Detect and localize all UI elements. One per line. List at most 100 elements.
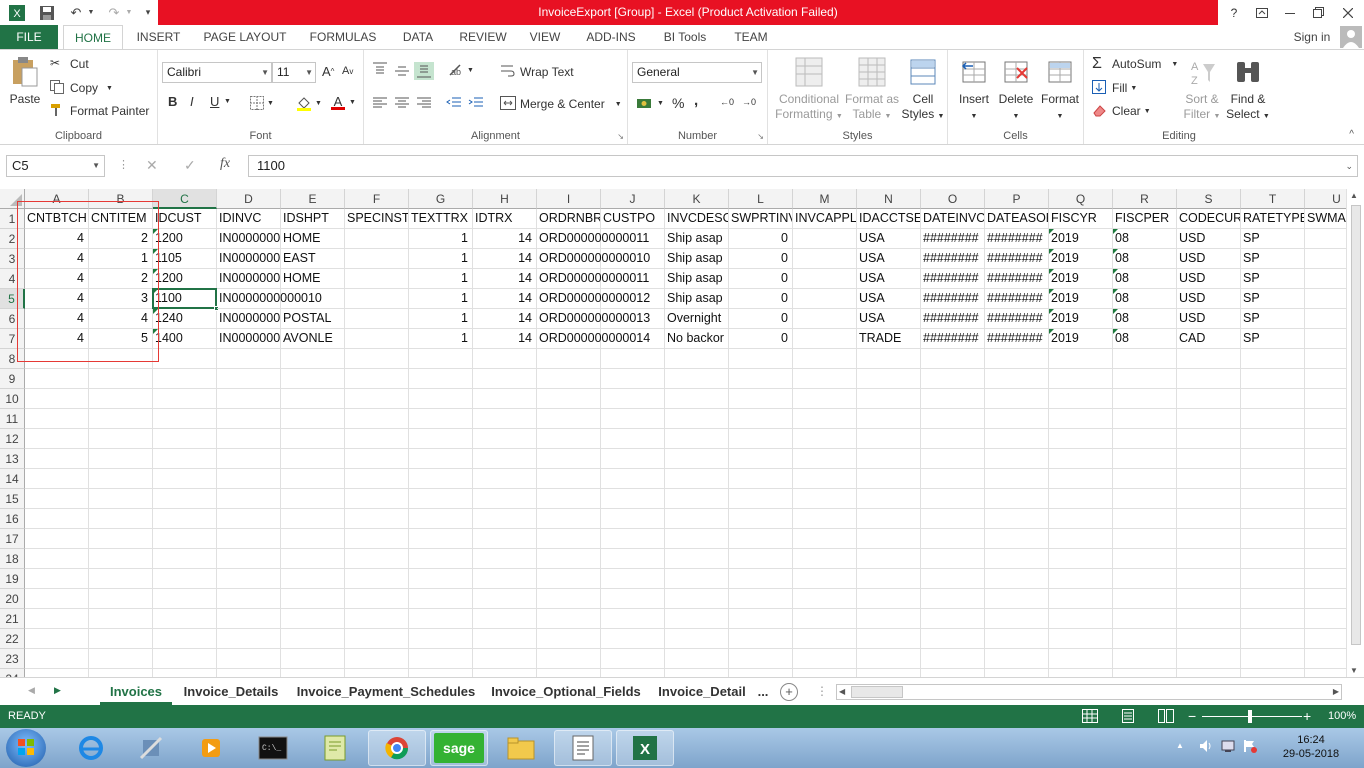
- cell[interactable]: [1305, 369, 1346, 389]
- cell[interactable]: [409, 609, 473, 629]
- cell[interactable]: 1100: [153, 289, 217, 309]
- cell[interactable]: [729, 569, 793, 589]
- cell[interactable]: [153, 469, 217, 489]
- cell[interactable]: [345, 669, 409, 677]
- cell[interactable]: [857, 669, 921, 677]
- cell[interactable]: [857, 549, 921, 569]
- cell[interactable]: [1177, 569, 1241, 589]
- cell[interactable]: [409, 429, 473, 449]
- cell[interactable]: [1305, 649, 1346, 669]
- cell[interactable]: [601, 389, 665, 409]
- cell[interactable]: 4: [25, 289, 89, 309]
- cell[interactable]: [921, 369, 985, 389]
- cell[interactable]: [409, 349, 473, 369]
- cell[interactable]: [345, 489, 409, 509]
- cell[interactable]: [793, 569, 857, 589]
- row-header[interactable]: 6: [0, 309, 25, 329]
- media-player-icon[interactable]: [182, 730, 240, 766]
- cell[interactable]: [345, 469, 409, 489]
- cell[interactable]: [729, 469, 793, 489]
- cell[interactable]: [1241, 449, 1305, 469]
- cell[interactable]: [281, 529, 345, 549]
- zoom-in-icon[interactable]: +: [1303, 705, 1311, 728]
- scroll-left-icon[interactable]: ◀: [839, 687, 845, 696]
- cell[interactable]: [409, 489, 473, 509]
- cell[interactable]: [345, 409, 409, 429]
- cell[interactable]: 1: [409, 309, 473, 329]
- orientation-icon[interactable]: ab ▼: [448, 63, 474, 77]
- cell[interactable]: [409, 509, 473, 529]
- cell[interactable]: [25, 629, 89, 649]
- cell[interactable]: [601, 429, 665, 449]
- cell[interactable]: USD: [1177, 229, 1241, 249]
- cell[interactable]: [1113, 529, 1177, 549]
- cell[interactable]: [1113, 429, 1177, 449]
- column-header[interactable]: T: [1241, 189, 1305, 209]
- increase-decimal-icon[interactable]: ←0: [720, 97, 734, 107]
- cell[interactable]: [217, 429, 281, 449]
- cell[interactable]: [921, 429, 985, 449]
- cell[interactable]: [729, 369, 793, 389]
- cell[interactable]: [1113, 509, 1177, 529]
- row-header[interactable]: 10: [0, 389, 25, 409]
- number-format-combo[interactable]: General ▼: [632, 62, 762, 83]
- cell[interactable]: ########: [985, 329, 1049, 349]
- cell[interactable]: [89, 569, 153, 589]
- cell[interactable]: [601, 409, 665, 429]
- cell[interactable]: [1177, 589, 1241, 609]
- cell[interactable]: CNTBTCH: [25, 209, 89, 229]
- cell[interactable]: [985, 649, 1049, 669]
- cell[interactable]: [665, 389, 729, 409]
- cell[interactable]: AVONLE: [281, 329, 345, 349]
- cell[interactable]: [1241, 509, 1305, 529]
- save-icon[interactable]: [36, 3, 58, 22]
- cell[interactable]: [25, 509, 89, 529]
- cell[interactable]: [601, 349, 665, 369]
- sign-in-link[interactable]: Sign in: [1290, 25, 1334, 49]
- row-header[interactable]: 17: [0, 529, 25, 549]
- cell[interactable]: [1305, 469, 1346, 489]
- cell[interactable]: [985, 629, 1049, 649]
- cell[interactable]: [1305, 349, 1346, 369]
- cell[interactable]: 4: [25, 309, 89, 329]
- cell[interactable]: [1305, 389, 1346, 409]
- cell[interactable]: [1113, 569, 1177, 589]
- cell[interactable]: [89, 469, 153, 489]
- cell[interactable]: [409, 549, 473, 569]
- cell[interactable]: [793, 329, 857, 349]
- sort-filter-button[interactable]: AZ Sort & Filter ▼: [1180, 56, 1224, 124]
- cell[interactable]: [1241, 649, 1305, 669]
- cell[interactable]: USA: [857, 269, 921, 289]
- excel-taskbar-icon[interactable]: X: [616, 730, 674, 766]
- cell[interactable]: [25, 649, 89, 669]
- cell[interactable]: [217, 589, 281, 609]
- cell[interactable]: [281, 569, 345, 589]
- cell[interactable]: [1113, 549, 1177, 569]
- wrap-text-button[interactable]: Wrap Text: [500, 64, 574, 80]
- cell[interactable]: [985, 449, 1049, 469]
- cell[interactable]: IN0000000: [217, 249, 281, 269]
- cell[interactable]: [345, 429, 409, 449]
- align-top-icon[interactable]: [372, 62, 388, 76]
- cell[interactable]: [281, 369, 345, 389]
- cell[interactable]: [857, 609, 921, 629]
- increase-indent-icon[interactable]: [468, 96, 484, 110]
- cell[interactable]: 0: [729, 229, 793, 249]
- row-header[interactable]: 4: [0, 269, 25, 289]
- network-icon[interactable]: [1220, 738, 1236, 757]
- cell[interactable]: [665, 349, 729, 369]
- cell[interactable]: [345, 349, 409, 369]
- cell[interactable]: ########: [985, 269, 1049, 289]
- cell[interactable]: [665, 629, 729, 649]
- sheet-tab-payment-schedules[interactable]: Invoice_Payment_Schedules: [290, 678, 482, 705]
- cell[interactable]: IN0000000: [217, 269, 281, 289]
- cell[interactable]: [921, 389, 985, 409]
- column-header[interactable]: D: [217, 189, 281, 209]
- row-header[interactable]: 13: [0, 449, 25, 469]
- cell[interactable]: [1049, 369, 1113, 389]
- cell[interactable]: [1113, 369, 1177, 389]
- cell[interactable]: [473, 569, 537, 589]
- cell[interactable]: Ship asap: [665, 229, 729, 249]
- cell[interactable]: 2019: [1049, 329, 1113, 349]
- cell[interactable]: [217, 409, 281, 429]
